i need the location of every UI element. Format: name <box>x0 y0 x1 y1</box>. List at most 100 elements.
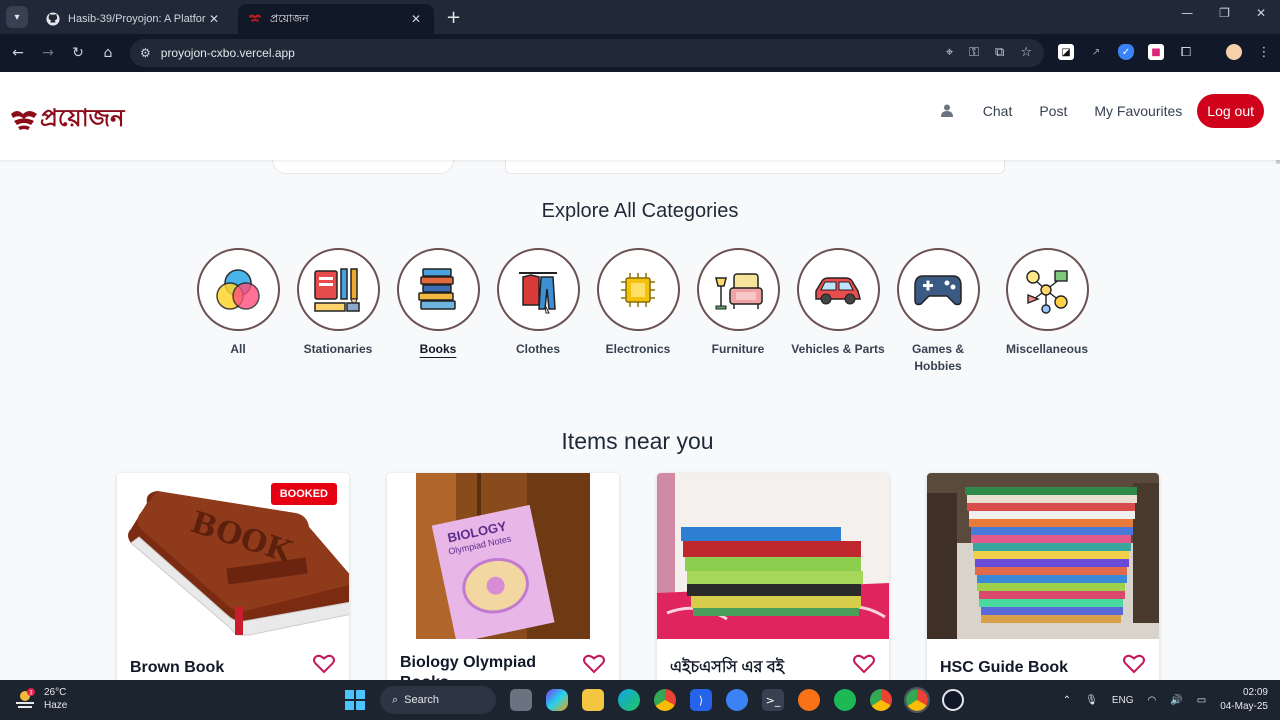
forward-icon[interactable]: → <box>33 45 63 61</box>
heart-icon[interactable] <box>1123 654 1145 678</box>
item-name: Brown Book <box>130 659 225 676</box>
bookmark-star-icon[interactable]: ☆ <box>1020 45 1032 60</box>
spotify-icon[interactable] <box>834 689 856 711</box>
language-indicator[interactable]: ENG <box>1112 695 1134 706</box>
item-image[interactable]: BOOK BOOKED <box>117 473 349 639</box>
location-icon[interactable]: ⌖ <box>946 45 953 60</box>
main-nav: Chat Post My Favourites Log out <box>940 94 1264 128</box>
app-icon[interactable] <box>942 689 964 711</box>
item-image[interactable]: BIOLOGY Olympiad Notes <box>387 473 619 644</box>
home-icon[interactable]: ⌂ <box>93 45 123 61</box>
user-icon[interactable] <box>940 102 953 121</box>
taskbar-apps: ⌕ Search ⟩ >_ <box>344 686 964 714</box>
browser-tab-bar: ▾ Hasib-39/Proyojon: A Platform f ✕ প্রয… <box>0 0 1280 34</box>
kebab-menu-icon[interactable]: ⋮ <box>1256 44 1272 60</box>
booked-badge: BOOKED <box>270 483 337 505</box>
file-explorer-icon[interactable] <box>582 689 604 711</box>
extension-icon[interactable]: ↗ <box>1088 44 1104 60</box>
category-games[interactable]: Games & Hobbies <box>888 248 988 375</box>
category-circle[interactable] <box>196 248 280 331</box>
reload-icon[interactable]: ↻ <box>63 45 93 61</box>
item-card[interactable]: BOOK BOOKED Brown Book <box>117 473 349 680</box>
key-icon[interactable]: ⚿ <box>969 45 979 60</box>
item-card[interactable]: HSC Guide Book <box>927 473 1159 680</box>
clock[interactable]: 02:09 04-May-25 <box>1220 686 1268 714</box>
category-circle[interactable] <box>796 248 880 331</box>
restore-icon[interactable]: ❐ <box>1219 6 1230 20</box>
vscode-icon[interactable]: ⟩ <box>690 689 712 711</box>
clothes-icon <box>519 271 557 313</box>
close-window-icon[interactable]: ✕ <box>1256 6 1266 20</box>
tab-github[interactable]: Hasib-39/Proyojon: A Platform f ✕ <box>36 4 232 34</box>
extensions-area: ◪ ↗ ✓ ■ ⧠ ⋮ <box>1058 44 1272 60</box>
category-circle[interactable] <box>696 248 780 331</box>
extension-icon[interactable]: ◪ <box>1058 44 1074 60</box>
location-select[interactable] <box>272 158 454 174</box>
new-tab-icon[interactable]: + <box>446 7 461 28</box>
category-books[interactable]: Books <box>388 248 488 375</box>
app-icon[interactable] <box>726 689 748 711</box>
extension-icon[interactable]: ■ <box>1148 44 1164 60</box>
puzzle-extensions-icon[interactable]: ⧠ <box>1178 44 1194 60</box>
category-furniture[interactable]: Furniture <box>688 248 788 375</box>
item-card[interactable]: BIOLOGY Olympiad Notes Biology Olympiad … <box>387 473 619 680</box>
minimize-icon[interactable]: — <box>1181 6 1193 20</box>
vehicles-icon <box>815 276 861 304</box>
category-miscellaneous[interactable]: Miscellaneous <box>988 248 1106 375</box>
weather-widget[interactable]: 3 26°C Haze <box>14 686 67 712</box>
battery-icon[interactable]: ▭ <box>1197 695 1206 706</box>
heart-icon[interactable] <box>313 654 335 678</box>
categories-heading: Explore All Categories <box>541 200 739 222</box>
site-logo[interactable]: প্রয়োজন <box>10 100 124 140</box>
category-circle[interactable] <box>496 248 580 331</box>
address-bar[interactable]: ⚙ proyojon-cxbo.vercel.app ⌖ ⚿ ⧉ ☆ <box>130 39 1044 67</box>
blender-icon[interactable] <box>798 689 820 711</box>
electronics-icon <box>621 272 655 307</box>
category-circle[interactable] <box>596 248 680 331</box>
microphone-icon[interactable]: 🎙 <box>1085 695 1098 706</box>
chrome-icon[interactable] <box>654 689 676 711</box>
category-circle[interactable] <box>896 248 980 331</box>
category-label: Electronics <box>605 342 671 356</box>
terminal-icon[interactable]: >_ <box>762 689 784 711</box>
logout-button[interactable]: Log out <box>1197 94 1264 128</box>
my-favourites-link[interactable]: My Favourites <box>1094 103 1182 119</box>
post-link[interactable]: Post <box>1039 103 1067 119</box>
shield-extension-icon[interactable]: ✓ <box>1118 44 1134 60</box>
chat-link[interactable]: Chat <box>983 103 1013 119</box>
tab-search-chevron-icon[interactable]: ▾ <box>6 6 28 28</box>
os-taskbar: 3 26°C Haze ⌕ Search ⟩ >_ ⌃ 🎙 ENG ◠ 🔊 ▭ … <box>0 680 1280 720</box>
windows-start-icon[interactable] <box>344 689 366 711</box>
item-image[interactable] <box>657 473 889 639</box>
edge-icon[interactable] <box>618 689 640 711</box>
chrome-profile-icon[interactable] <box>870 689 892 711</box>
chevron-up-icon[interactable]: ⌃ <box>1063 695 1071 706</box>
task-view-icon[interactable] <box>510 689 532 711</box>
copilot-icon[interactable] <box>546 689 568 711</box>
item-card[interactable]: এইচএসসি এর বই <box>657 473 889 680</box>
tab-close-icon[interactable]: ✕ <box>408 12 424 26</box>
taskbar-search[interactable]: ⌕ Search <box>380 686 496 714</box>
chrome-active-icon[interactable] <box>904 687 930 713</box>
back-icon[interactable]: ← <box>3 45 33 61</box>
heart-icon[interactable] <box>583 654 605 678</box>
category-circle[interactable] <box>396 248 480 331</box>
category-all[interactable]: All <box>188 248 288 375</box>
volume-icon[interactable]: 🔊 <box>1170 695 1182 706</box>
profile-avatar[interactable] <box>1226 44 1242 60</box>
heart-icon[interactable] <box>853 654 875 678</box>
item-image[interactable] <box>927 473 1159 639</box>
site-settings-icon[interactable]: ⚙ <box>140 46 151 60</box>
category-circle[interactable] <box>1005 248 1089 331</box>
window-controls: — ❐ ✕ <box>1181 6 1266 20</box>
tab-proyojon[interactable]: প্রয়োজন ✕ <box>238 4 434 34</box>
wifi-icon[interactable]: ◠ <box>1148 695 1157 706</box>
category-stationaries[interactable]: Stationaries <box>288 248 388 375</box>
category-electronics[interactable]: Electronics <box>588 248 688 375</box>
search-input[interactable] <box>505 158 1005 174</box>
category-vehicles[interactable]: Vehicles & Parts <box>788 248 888 375</box>
tab-close-icon[interactable]: ✕ <box>206 12 222 26</box>
install-app-icon[interactable]: ⧉ <box>995 45 1004 60</box>
category-clothes[interactable]: Clothes <box>488 248 588 375</box>
category-circle[interactable] <box>296 248 380 331</box>
